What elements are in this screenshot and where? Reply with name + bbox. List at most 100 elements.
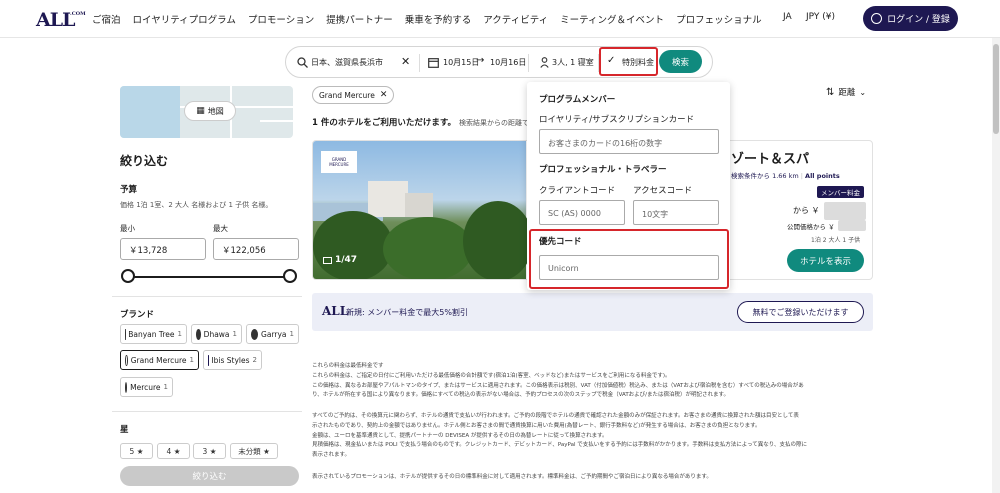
- budget-label: 予算: [120, 185, 138, 195]
- all-logo[interactable]: ALL .COM: [36, 9, 86, 31]
- search-icon: [297, 57, 308, 68]
- nav-item-activities[interactable]: アクティビティ: [483, 12, 548, 26]
- stars-label: 星: [120, 425, 129, 435]
- mercure-logo-icon: [125, 381, 128, 393]
- min-label: 最小: [120, 224, 135, 233]
- star-filter-3[interactable]: 3 ★: [193, 443, 226, 459]
- access-code-label: アクセスコード: [633, 186, 693, 196]
- nav-item-promotions[interactable]: プロモーション: [248, 12, 314, 26]
- client-code-label: クライアントコード: [539, 186, 616, 196]
- program-member-heading: プログラムメンバー: [539, 95, 616, 105]
- price-slider-min-handle[interactable]: [121, 269, 135, 283]
- star-filter-5[interactable]: 5 ★: [120, 443, 153, 459]
- photo-tree: [383, 217, 473, 279]
- refine-button[interactable]: 絞り込む: [120, 466, 299, 486]
- hidden-public-price: [838, 220, 866, 231]
- photo-building: [368, 181, 408, 217]
- access-code-input[interactable]: 10文字: [633, 200, 719, 225]
- price-slider-track[interactable]: [128, 276, 291, 278]
- grand-mercure-logo-icon: [125, 354, 128, 366]
- hotel-photo[interactable]: GRAND MERCURE 1/47: [313, 141, 533, 279]
- hidden-price: [824, 202, 866, 220]
- brand-chip-ibis-styles[interactable]: Ibis Styles 2: [203, 350, 262, 370]
- nav-item-stay[interactable]: ご宿泊: [92, 12, 121, 26]
- map-road: [260, 120, 293, 122]
- disclaimer-rates: これらの料金は最低料金です これらの料金は、ご指定の日付にご利用いただける最低価…: [312, 363, 804, 399]
- brand-chip-garrya[interactable]: Garrya 1: [246, 324, 299, 344]
- brand-chip-grand-mercure[interactable]: Grand Mercure 1: [120, 350, 199, 370]
- all-logo: ALL: [322, 304, 349, 318]
- brand-chip-banyan-tree[interactable]: Banyan Tree 1: [120, 324, 187, 344]
- map-water: [120, 86, 180, 138]
- dhawa-logo-icon: [196, 328, 201, 340]
- hotel-name[interactable]: ゾート＆スパ: [731, 148, 809, 167]
- room-info: 1泊 2 大人 1 子供: [811, 237, 861, 244]
- garrya-logo-icon: [251, 328, 259, 340]
- divider: [112, 411, 302, 412]
- photo-building: [405, 193, 433, 217]
- grand-mercure-logo: GRAND MERCURE: [321, 151, 357, 173]
- brand-chip-dhawa[interactable]: Dhawa 1: [191, 324, 242, 344]
- person-icon: [540, 57, 549, 68]
- card-label: ロイヤリティ/サブスクリプションカード: [539, 115, 695, 125]
- arrow-right-icon: →: [476, 55, 485, 66]
- chevron-down-icon: ⌄: [859, 87, 867, 97]
- refine-title: 絞り込む: [120, 154, 169, 168]
- promo-banner: ALL 新規: メンバー料金で最大5%割引 無料でご登録いただけます: [312, 293, 873, 331]
- budget-note: 価格 1泊 1室、2 大人 名様および 1 子供 名様。: [120, 201, 273, 209]
- search-button[interactable]: 検索: [659, 50, 702, 73]
- brand-label: ブランド: [120, 310, 155, 320]
- active-filter-chip[interactable]: Grand Mercure ✕: [312, 86, 395, 104]
- clear-destination-icon[interactable]: ✕: [401, 55, 410, 68]
- min-price-input[interactable]: ￥13,728: [120, 238, 206, 260]
- max-label: 最大: [213, 224, 228, 233]
- close-icon[interactable]: ✕: [380, 90, 388, 100]
- page-scrollbar[interactable]: [992, 38, 1000, 493]
- star-filter-4[interactable]: 4 ★: [157, 443, 190, 459]
- divider: [528, 54, 529, 72]
- max-price-input[interactable]: ￥122,056: [213, 238, 299, 260]
- price-from: から ￥: [793, 206, 820, 215]
- nav-item-partners[interactable]: 提携パートナー: [326, 12, 393, 26]
- free-signup-button[interactable]: 無料でご登録いただけます: [737, 301, 864, 323]
- highlight-special-rate: [599, 47, 658, 76]
- results-count: 1 件のホテルをご利用いただけます。 検索結果からの距離で並べ: [312, 118, 543, 128]
- nav-item-professional[interactable]: プロフェッショナル: [676, 12, 762, 26]
- guests-selector[interactable]: 3人, 1 寝室: [552, 57, 594, 68]
- check-in-date[interactable]: 10月15日: [443, 57, 479, 68]
- divider: [112, 296, 302, 297]
- top-header: ALL .COM ご宿泊 ロイヤリティプログラム プロモーション 提携パートナー …: [0, 0, 1000, 38]
- image-counter: 1/47: [323, 255, 357, 265]
- currency-selector[interactable]: JPY (¥): [806, 12, 835, 22]
- photo-tree: [313, 211, 393, 279]
- user-icon: [871, 13, 883, 24]
- language-selector[interactable]: JA: [783, 12, 792, 22]
- loyalty-card-input[interactable]: お客さまのカードの16桁の数字: [539, 129, 719, 154]
- star-filter-unrated[interactable]: 未分類 ★: [230, 443, 278, 459]
- client-code-input[interactable]: SC (AS) 0000: [539, 200, 625, 225]
- professional-heading: プロフェッショナル・トラベラー: [539, 165, 667, 175]
- scrollbar-thumb[interactable]: [993, 44, 999, 134]
- divider: [419, 54, 420, 72]
- public-price: 公開価格から ￥: [787, 223, 835, 231]
- map-button[interactable]: ▦ 地図: [184, 101, 236, 121]
- hotel-distance: 検索条件から 1.66 km | All points: [731, 172, 840, 180]
- brand-chip-mercure[interactable]: Mercure 1: [120, 377, 173, 397]
- nav-item-ride[interactable]: 乗車を予約する: [405, 12, 472, 26]
- member-rate-badge: メンバー料金: [817, 186, 864, 198]
- destination-input[interactable]: 日本、滋賀県長浜市: [311, 57, 383, 68]
- photo-tree: [463, 201, 533, 279]
- calendar-icon: [428, 58, 439, 68]
- login-button[interactable]: ログイン / 登録: [863, 6, 958, 31]
- price-slider-max-handle[interactable]: [283, 269, 297, 283]
- nav-item-loyalty[interactable]: ロイヤリティプログラム: [133, 12, 236, 26]
- nav-item-meetings[interactable]: ミーティング＆イベント: [560, 12, 664, 26]
- show-hotel-button[interactable]: ホテルを表示: [787, 249, 864, 272]
- main-nav: ご宿泊 ロイヤリティプログラム プロモーション 提携パートナー 乗車を予約する …: [92, 12, 774, 26]
- sort-selector[interactable]: ⇅ 距離 ⌄: [826, 86, 867, 99]
- disclaimer-currency: すべてのご予約は、その換算元に関わらず、ホテルの通貨で支払いが行われます。ご予約…: [312, 413, 808, 459]
- disclaimer-promotions: 表示されているプロモーションは、ホテルが提供するその日の標準料金に対して適用され…: [312, 474, 712, 480]
- highlight-preferred-code: [529, 229, 729, 289]
- promo-text: 新規: メンバー料金で最大5%割引: [346, 308, 468, 317]
- check-out-date[interactable]: 10月16日: [490, 57, 526, 68]
